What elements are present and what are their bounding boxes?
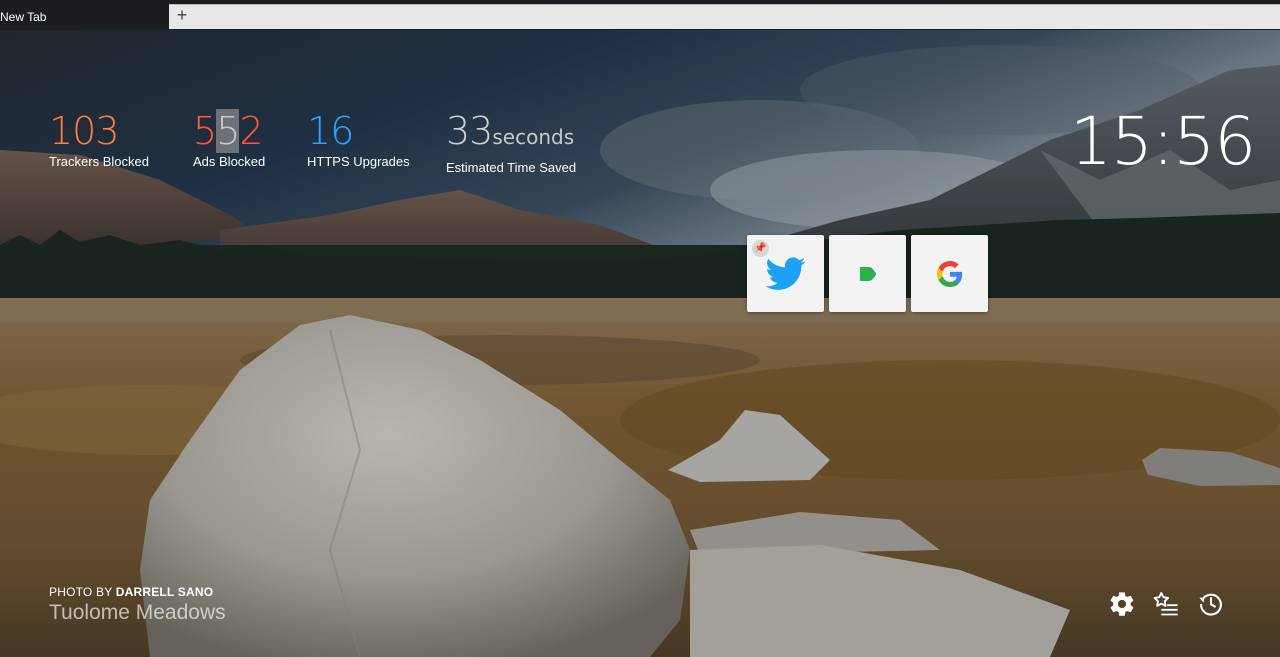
photo-author: DARRELL SANO [115, 585, 214, 599]
bookmarks-icon[interactable] [1152, 590, 1180, 618]
ads-count-post: 2 [239, 109, 263, 153]
google-g-icon [936, 260, 962, 287]
stat-https: 16 HTTPS Upgrades [307, 110, 410, 169]
ads-count: 552 [193, 109, 265, 153]
stat-ads: 552 Ads Blocked [193, 109, 266, 169]
feedly-icon [859, 266, 876, 281]
trackers-label: Trackers Blocked [49, 154, 149, 169]
trackers-count: 103 [49, 109, 120, 153]
tab-strip-background [169, 4, 1280, 29]
photo-credit-prefix: PHOTO BY [49, 585, 113, 599]
tab-strip: New Tab + [0, 0, 1280, 30]
stat-time-saved: 33seconds Estimated Time Saved [446, 110, 576, 175]
gear-icon[interactable] [1108, 590, 1136, 618]
new-tab-button[interactable]: + [172, 5, 192, 25]
photo-credit: PHOTO BY DARRELL SANO [49, 585, 213, 599]
top-site-google[interactable] [911, 235, 988, 312]
photo-location: Tuolome Meadows [49, 601, 226, 624]
top-site-twitter[interactable]: 📌 [747, 235, 824, 312]
stat-trackers: 103 Trackers Blocked [49, 110, 149, 169]
top-site-feedly[interactable] [829, 235, 906, 312]
ads-count-highlight: 5 [216, 109, 240, 153]
time-saved-value: 33 [446, 109, 493, 153]
https-label: HTTPS Upgrades [307, 154, 410, 169]
twitter-bird-icon [765, 256, 805, 290]
time-saved-unit: seconds [492, 125, 575, 149]
tab-title: New Tab [0, 10, 47, 24]
time-saved-label: Estimated Time Saved [446, 160, 577, 175]
https-count: 16 [307, 109, 354, 153]
history-icon[interactable] [1197, 590, 1225, 618]
clock: 15:56 [1070, 103, 1256, 180]
tab-new-tab[interactable]: New Tab [0, 4, 169, 30]
ads-label: Ads Blocked [193, 154, 266, 169]
pin-icon[interactable]: 📌 [752, 240, 769, 257]
ads-count-pre: 5 [193, 109, 217, 153]
time-saved-count: 33seconds [446, 110, 576, 158]
